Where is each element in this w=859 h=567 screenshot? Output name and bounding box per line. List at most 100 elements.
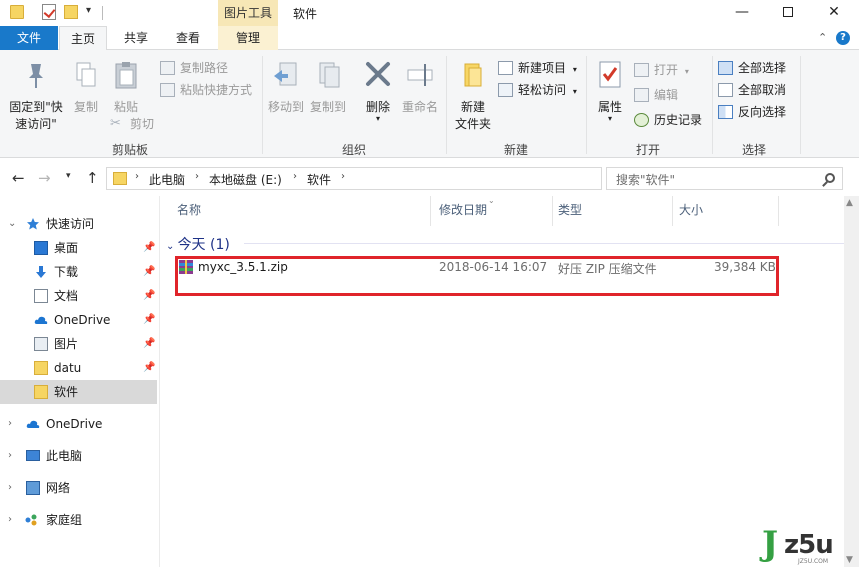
file-name[interactable]: myxc_3.5.1.zip [198,260,288,274]
column-header-name[interactable]: 名称 [177,201,201,218]
select-all-button[interactable]: 全部选择 [718,58,786,78]
chevron-up-icon[interactable]: ⌃ [818,31,827,44]
edit-button[interactable]: 编辑 [634,85,678,105]
move-to-button[interactable]: 移动到 [266,60,306,116]
nav-item-datu[interactable]: datu 📌 [0,356,157,380]
divider [262,56,263,154]
nav-item-desktop[interactable]: 桌面 📌 [0,236,157,260]
nav-this-pc[interactable]: › 此电脑 [0,444,157,468]
nav-item-onedrive-quick[interactable]: OneDrive 📌 [0,308,157,332]
up-arrow-icon[interactable]: ↑ [86,169,99,187]
cloud-icon [34,316,48,324]
nav-quick-access[interactable]: ⌄ 快速访问 [0,212,157,236]
pin-icon[interactable]: 📌 [143,260,155,284]
folder-icon[interactable] [10,5,24,19]
tab-view[interactable]: 查看 [165,26,211,50]
nav-item-software[interactable]: 软件 [0,380,157,404]
properties-button[interactable]: 属性 ▾ [592,60,628,123]
search-input[interactable]: 搜索"软件" [606,167,843,190]
tab-home[interactable]: 主页 [59,26,107,51]
pin-icon[interactable]: 📌 [143,308,155,332]
watermark-logo: J z5u JZ5U.COM [762,522,854,565]
pin-icon[interactable]: 📌 [143,356,155,380]
delete-button[interactable]: 删除 ▾ [362,60,394,123]
nav-item-documents[interactable]: 文档 📌 [0,284,157,308]
divider[interactable] [430,196,431,226]
invert-selection-button[interactable]: 反向选择 [718,102,786,122]
copy-to-button[interactable]: 复制到 [308,60,348,116]
search-placeholder: 搜索"软件" [616,173,676,187]
edit-icon [634,88,649,102]
column-header-type[interactable]: 类型 [558,201,582,218]
tab-manage[interactable]: 管理 [218,26,278,50]
breadcrumb-software[interactable]: 软件 [307,171,331,188]
rename-button[interactable]: 重命名 [400,60,440,116]
search-icon[interactable] [825,173,835,183]
nav-network[interactable]: › 网络 [0,476,157,500]
chevron-down-icon[interactable]: ⌄ [8,212,16,236]
breadcrumb-separator-icon[interactable]: › [135,171,139,182]
pin-icon[interactable]: 📌 [143,284,155,308]
breadcrumb-this-pc[interactable]: 此电脑 [149,171,185,188]
nav-homegroup[interactable]: › 家庭组 [0,508,157,532]
cut-button[interactable]: ✂ 剪切 [110,114,154,134]
network-icon [26,481,40,495]
copy-path-icon [160,61,175,75]
breadcrumb-separator-icon[interactable]: › [195,171,199,182]
pin-icon[interactable]: 📌 [143,332,155,356]
group-label-organize: 组织 [341,143,366,157]
maximize-button[interactable] [768,0,808,26]
minimize-button[interactable]: — [722,0,762,26]
nav-item-pictures[interactable]: 图片 📌 [0,332,157,356]
paste-shortcut-icon [160,83,175,97]
vertical-scrollbar[interactable]: ▲ ▼ [844,196,859,567]
copy-to-icon [319,62,340,88]
chevron-right-icon[interactable]: › [8,412,12,436]
divider[interactable] [778,196,779,226]
copy-to-label: 复制到 [309,100,346,114]
back-arrow-icon[interactable]: ← [12,169,25,187]
table-row[interactable]: myxc_3.5.1.zip 2018-06-14 16:07 好压 ZIP 压… [176,257,776,279]
pin-to-quick-access-button[interactable]: 固定到"快 速访问" [6,60,66,133]
move-to-label: 移动到 [267,100,304,114]
nav-item-downloads[interactable]: 下载 📌 [0,260,157,284]
divider [244,243,844,244]
quick-access-dropdown-icon[interactable]: ▾ [86,5,91,16]
scroll-up-icon[interactable]: ▲ [846,198,853,208]
new-item-button[interactable]: 新建项目 ▾ [498,58,577,78]
breadcrumb-separator-icon[interactable]: › [341,171,345,182]
divider[interactable] [672,196,673,226]
copy-button[interactable]: 复制 [68,60,104,116]
maximize-icon [783,7,793,17]
properties-check-icon[interactable] [42,4,56,20]
address-bar[interactable]: › 此电脑 › 本地磁盘 (E:) › 软件 › ▾ ↻ [106,167,695,190]
history-button[interactable]: 历史记录 [634,110,702,130]
nav-onedrive[interactable]: › OneDrive [0,412,157,436]
easy-access-button[interactable]: 轻松访问 ▾ [498,80,577,100]
tab-share[interactable]: 共享 [113,26,159,50]
help-icon[interactable]: ? [836,31,850,45]
copy-path-button[interactable]: 复制路径 [160,58,228,78]
column-header-size[interactable]: 大小 [679,201,703,218]
tab-file[interactable]: 文件 [0,26,58,50]
pin-icon[interactable]: 📌 [143,236,155,260]
close-button[interactable]: ✕ [814,0,854,26]
breadcrumb-drive-e[interactable]: 本地磁盘 (E:) [209,171,282,188]
recent-locations-chevron-icon[interactable]: ▾ [66,171,71,181]
chevron-right-icon[interactable]: › [8,508,12,532]
open-button[interactable]: 打开 ▾ [634,60,689,80]
group-header-today[interactable]: ⌄ 今天 (1) [166,234,230,254]
new-folder-button[interactable]: 新建 文件夹 [450,60,496,133]
chevron-right-icon[interactable]: › [8,444,12,468]
chevron-right-icon[interactable]: › [8,476,12,500]
forward-arrow-icon[interactable]: → [38,169,51,187]
new-folder-icon[interactable] [64,5,78,19]
watermark-j-glyph: J [762,524,779,564]
copy-icon [76,62,96,87]
select-none-button[interactable]: 全部取消 [718,80,786,100]
divider[interactable] [552,196,553,226]
breadcrumb-separator-icon[interactable]: › [293,171,297,182]
paste-shortcut-button[interactable]: 粘贴快捷方式 [160,80,252,100]
paste-button[interactable]: 粘贴 [108,60,144,116]
column-header-modified[interactable]: 修改日期 [439,201,487,218]
